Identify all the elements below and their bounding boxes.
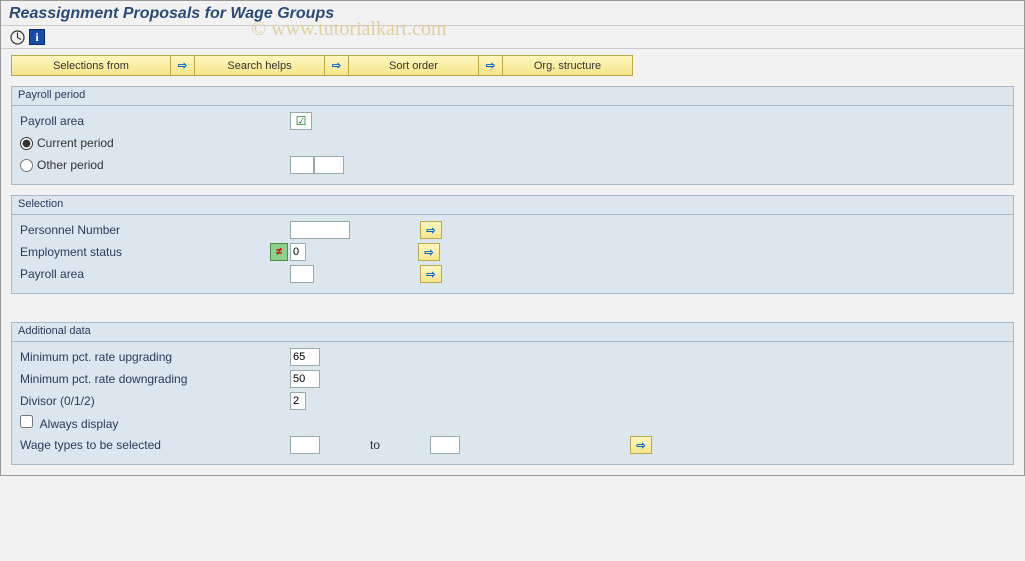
app-window: Reassignment Proposals for Wage Groups i… [0,0,1025,476]
group-title: Selection [12,196,1013,215]
personnel-number-multiselect-button[interactable]: ⇨ [420,221,442,239]
page-title: Reassignment Proposals for Wage Groups [9,5,334,22]
payroll-area-multiselect-button[interactable]: ⇨ [420,265,442,283]
wage-types-from-input[interactable] [290,436,320,454]
always-display-label: Always display [40,417,119,431]
current-period-label: Current period [37,136,114,150]
always-display-checkbox[interactable] [20,415,33,428]
payroll-area-sel-input[interactable] [290,265,314,283]
selection-toolbar: Selections from ⇨ Search helps ⇨ Sort or… [1,49,1024,82]
group-payroll-period: Payroll period Payroll area ☑ Current pe… [11,86,1014,185]
other-period-label: Other period [37,158,104,172]
group-selection: Selection Personnel Number ⇨ Employment … [11,195,1014,294]
divisor-input[interactable] [290,392,306,410]
payroll-area-label: Payroll area [20,114,260,128]
personnel-number-input[interactable] [290,221,350,239]
org-structure-expand-button[interactable]: ⇨ [479,55,503,76]
current-period-radio[interactable]: Current period [20,136,114,150]
search-helps-button[interactable]: Search helps [195,55,325,76]
execute-icon[interactable] [9,29,25,45]
wage-types-label: Wage types to be selected [20,438,260,452]
employment-status-multiselect-button[interactable]: ⇨ [418,243,440,261]
arrow-right-icon: ⇨ [424,246,433,259]
search-helps-expand-button[interactable]: ⇨ [171,55,195,76]
employment-status-label: Employment status [20,245,260,259]
employment-status-input[interactable] [290,243,306,261]
other-period-value2-input[interactable] [314,156,344,174]
min-down-label: Minimum pct. rate downgrading [20,372,260,386]
payroll-area-toggle[interactable]: ☑ [290,112,312,130]
min-up-label: Minimum pct. rate upgrading [20,350,260,364]
arrow-right-icon: ⇨ [332,59,341,72]
min-down-input[interactable] [290,370,320,388]
group-title: Additional data [12,323,1013,342]
title-bar: Reassignment Proposals for Wage Groups [1,1,1024,26]
other-period-value1-input[interactable] [290,156,314,174]
arrow-right-icon: ⇨ [486,59,495,72]
other-period-radio[interactable]: Other period [20,158,260,172]
group-title: Payroll period [12,87,1013,106]
app-toolbar: i © www.tutorialkart.com [1,26,1024,49]
info-icon[interactable]: i [29,29,45,45]
arrow-right-icon: ⇨ [426,268,435,281]
payroll-area-sel-label: Payroll area [20,267,260,281]
arrow-right-icon: ⇨ [178,59,187,72]
to-label: to [320,438,430,452]
personnel-number-label: Personnel Number [20,223,260,237]
wage-types-to-input[interactable] [430,436,460,454]
group-additional-data: Additional data Minimum pct. rate upgrad… [11,322,1014,465]
always-display-cell: Always display [20,415,260,431]
selections-from-button[interactable]: Selections from [11,55,171,76]
org-structure-button[interactable]: Org. structure [503,55,633,76]
sort-order-expand-button[interactable]: ⇨ [325,55,349,76]
min-up-input[interactable] [290,348,320,366]
not-equal-icon[interactable]: ≠ [270,243,288,261]
wage-types-multiselect-button[interactable]: ⇨ [630,436,652,454]
divisor-label: Divisor (0/1/2) [20,394,260,408]
sort-order-button[interactable]: Sort order [349,55,479,76]
arrow-right-icon: ⇨ [426,224,435,237]
arrow-right-icon: ⇨ [636,439,645,452]
